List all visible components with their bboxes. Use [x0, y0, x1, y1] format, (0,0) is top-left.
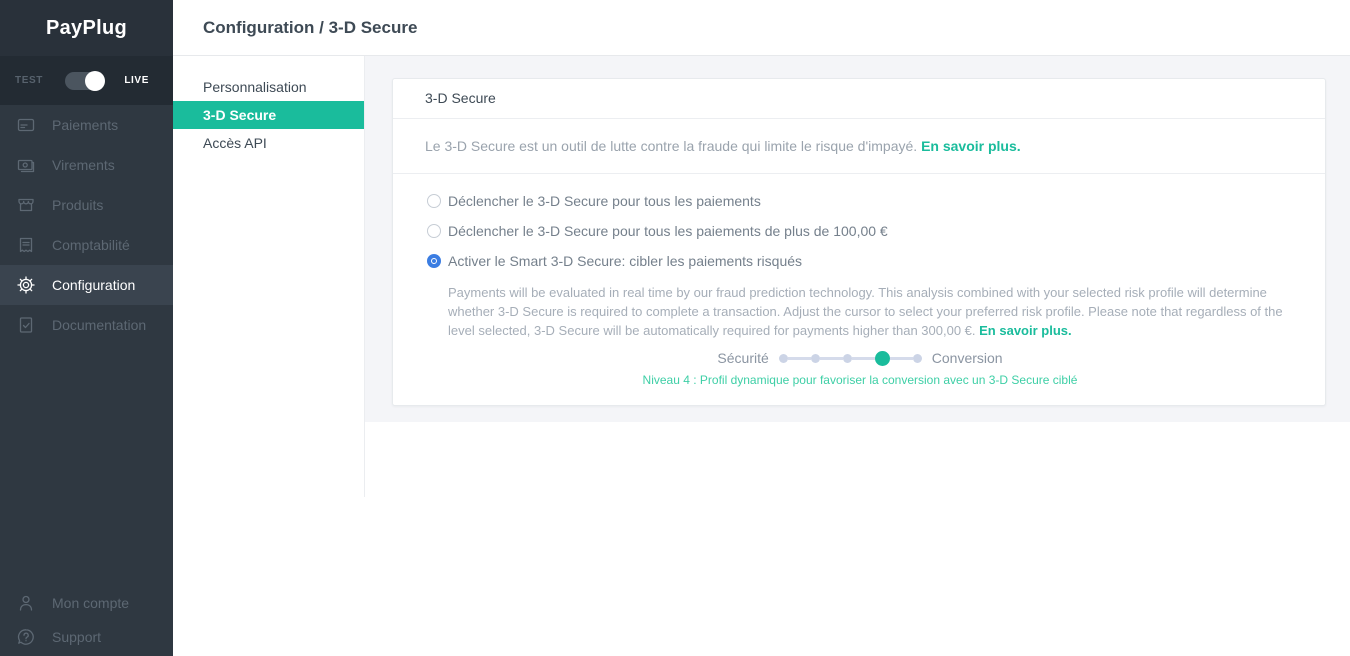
option-label: Déclencher le 3-D Secure pour tous les p…: [448, 193, 761, 209]
smart-3ds-description: Payments will be evaluated in real time …: [448, 283, 1293, 340]
document-check-icon: [16, 315, 36, 335]
slider-segment: [889, 356, 913, 360]
sidebar-item-produits[interactable]: Produits: [0, 185, 173, 225]
content-area: 3-D Secure Le 3-D Secure est un outil de…: [365, 56, 1350, 422]
radio-button[interactable]: [427, 224, 441, 238]
intro-text: Le 3-D Secure est un outil de lutte cont…: [425, 138, 918, 154]
app-window: PayPlug TEST LIVE Paiements Virements Pr…: [0, 0, 1350, 656]
risk-slider-track[interactable]: [778, 350, 922, 366]
slider-left-label: Sécurité: [717, 350, 769, 366]
main-sidebar: PayPlug TEST LIVE Paiements Virements Pr…: [0, 0, 173, 656]
breadcrumb: Configuration / 3-D Secure: [203, 17, 418, 37]
toggle-knob[interactable]: [85, 70, 106, 91]
slider-right-label: Conversion: [931, 350, 1003, 366]
smart-learn-more-link[interactable]: En savoir plus.: [979, 323, 1071, 338]
test-live-toggle[interactable]: [65, 70, 106, 91]
card-options: Déclencher le 3-D Secure pour tous les p…: [393, 174, 1325, 405]
main-region: Configuration / 3-D Secure Personnalisat…: [173, 0, 1350, 656]
page-header: Configuration / 3-D Secure: [173, 0, 1350, 56]
banknote-icon: [16, 155, 36, 175]
body-row: Personnalisation 3-D Secure Accès API 3-…: [173, 56, 1350, 497]
slider-dot-5[interactable]: [912, 353, 922, 363]
card-intro: Le 3-D Secure est un outil de lutte cont…: [393, 119, 1325, 174]
sidebar-item-support[interactable]: Support: [0, 620, 173, 654]
sidebar-item-label: Support: [52, 629, 102, 645]
option-all-payments[interactable]: Déclencher le 3-D Secure pour tous les p…: [427, 193, 1293, 209]
sidebar-item-label: Paiements: [52, 117, 119, 133]
sidebar-item-label: Mon compte: [52, 595, 130, 611]
subnav-item-personnalisation[interactable]: Personnalisation: [173, 73, 364, 101]
sidebar-item-mon-compte[interactable]: Mon compte: [0, 586, 173, 620]
risk-level-caption: Niveau 4 : Profil dynamique pour favoris…: [642, 373, 1078, 387]
receipt-icon: [16, 235, 36, 255]
sidebar-item-label: Produits: [52, 197, 104, 213]
sidebar-item-documentation[interactable]: Documentation: [0, 305, 173, 345]
sidebar-item-configuration[interactable]: Configuration: [0, 265, 173, 305]
card-title: 3-D Secure: [393, 79, 1325, 119]
slider-segment: [819, 356, 843, 360]
sidebar-item-label: Virements: [52, 157, 115, 173]
radio-button[interactable]: [427, 194, 441, 208]
subnav-item-3d-secure[interactable]: 3-D Secure: [173, 101, 364, 129]
environment-switch-bar: TEST LIVE: [0, 56, 173, 105]
risk-slider-row: Sécurité Conversion: [427, 350, 1293, 366]
sidebar-item-label: Comptabilité: [52, 237, 130, 253]
smart-description-text: Payments will be evaluated in real time …: [448, 285, 1283, 338]
storefront-icon: [16, 195, 36, 215]
learn-more-link[interactable]: En savoir plus.: [921, 138, 1021, 154]
subnav-item-label: Accès API: [203, 135, 267, 151]
option-above-100[interactable]: Déclencher le 3-D Secure pour tous les p…: [427, 223, 1293, 239]
sidebar-item-comptabilite[interactable]: Comptabilité: [0, 225, 173, 265]
option-label: Déclencher le 3-D Secure pour tous les p…: [448, 223, 888, 239]
slider-dot-4[interactable]: [874, 350, 890, 366]
slider-segment: [851, 356, 875, 360]
live-mode-label: LIVE: [124, 75, 149, 86]
subnav-item-label: Personnalisation: [203, 79, 307, 95]
radio-button[interactable]: [427, 254, 441, 268]
sidebar-bottom-menu: Mon compte Support: [0, 586, 173, 656]
option-smart-3ds[interactable]: Activer le Smart 3-D Secure: cibler les …: [427, 253, 1293, 269]
3d-secure-card: 3-D Secure Le 3-D Secure est un outil de…: [392, 78, 1326, 406]
slider-dot-2[interactable]: [810, 353, 820, 363]
slider-dot-1[interactable]: [778, 353, 788, 363]
option-label: Activer le Smart 3-D Secure: cibler les …: [448, 253, 803, 269]
card-icon: [16, 115, 36, 135]
help-bubble-icon: [16, 627, 36, 647]
slider-segment: [787, 356, 811, 360]
subnav-item-acces-api[interactable]: Accès API: [173, 129, 364, 157]
subnav-item-label: 3-D Secure: [203, 107, 277, 123]
sidebar-item-virements[interactable]: Virements: [0, 145, 173, 185]
slider-dot-3[interactable]: [842, 353, 852, 363]
sidebar-menu: Paiements Virements Produits Comptabilit…: [0, 105, 173, 586]
settings-subnav: Personnalisation 3-D Secure Accès API: [173, 56, 365, 497]
test-mode-label: TEST: [15, 75, 43, 86]
gear-icon: [16, 275, 36, 295]
sidebar-item-paiements[interactable]: Paiements: [0, 105, 173, 145]
sidebar-item-label: Configuration: [52, 277, 136, 293]
sidebar-item-label: Documentation: [52, 317, 147, 333]
payplug-logo: PayPlug: [0, 0, 173, 56]
user-icon: [16, 593, 36, 613]
